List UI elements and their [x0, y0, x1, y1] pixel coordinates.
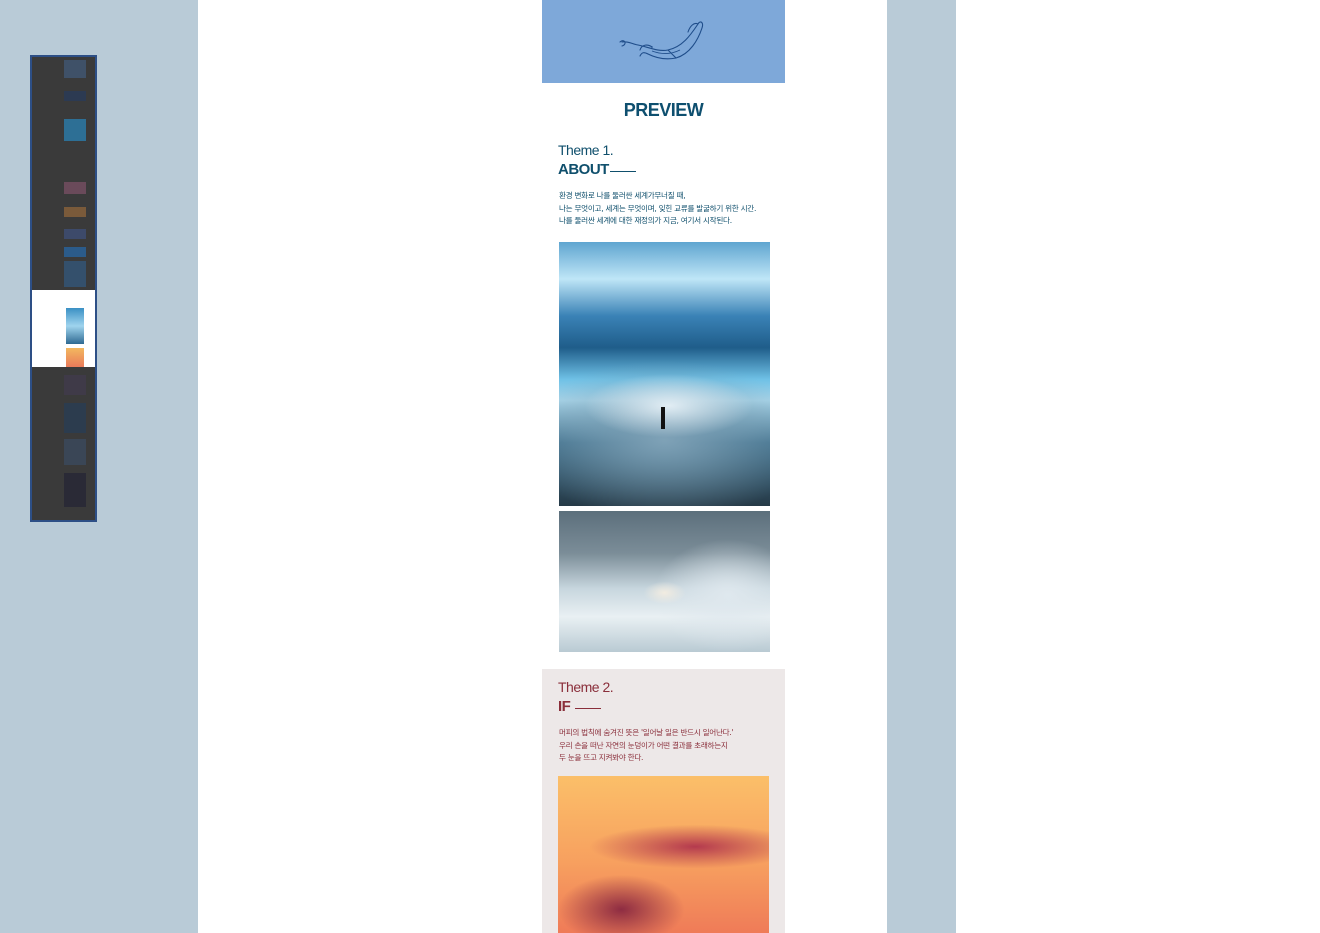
minimap-thumb	[64, 91, 86, 101]
minimap-viewport[interactable]	[32, 290, 95, 367]
minimap-thumb	[64, 119, 86, 141]
theme2-title: IF	[558, 698, 602, 715]
minimap-thumb	[64, 403, 86, 433]
minimap-thumb	[64, 60, 86, 78]
page-minimap[interactable]	[30, 55, 97, 522]
minimap-thumb	[64, 229, 86, 239]
minimap-thumb	[66, 348, 84, 367]
theme2-line: 우리 손을 떠난 자연의 눈덩이가 어떤 결과를 초래하는지	[559, 740, 728, 750]
minimap-thumbnails	[32, 57, 95, 520]
ice-cave-photo	[559, 242, 770, 506]
theme2-title-text: IF	[558, 698, 571, 715]
theme1-title: ABOUT	[558, 161, 636, 178]
minimap-thumb	[64, 375, 86, 395]
theme1-line: 환경 변화로 나를 둘러싼 세계가무너질 때,	[559, 191, 686, 200]
minimap-thumb	[64, 182, 86, 194]
theme2-line: 머피의 법칙에 숨겨진 뜻은 '일어날 일은 반드시 일어난다.'	[559, 728, 734, 737]
smokestack-photo	[558, 776, 769, 933]
minimap-thumb	[64, 207, 86, 217]
whale-icon	[619, 21, 704, 60]
preview-heading: PREVIEW	[623, 100, 704, 120]
theme1-title-text: ABOUT	[558, 161, 609, 178]
minimap-thumb	[64, 473, 86, 507]
page-column: PREVIEW Theme 1. ABOUT 환경 변화로 나를 둘러싼 세계가…	[542, 0, 785, 933]
minimap-thumb	[66, 308, 84, 344]
theme1-line: 나를 둘러싼 세계에 대한 재정의가 지금, 여기서 시작된다.	[559, 216, 732, 225]
theme1-description: 환경 변화로 나를 둘러싼 세계가무너질 때, 나는 무엇이고, 세계는 무엇이…	[559, 190, 774, 228]
theme2-label: Theme 2.	[558, 679, 614, 695]
right-side-panel	[887, 0, 956, 933]
polar-bear-photo	[559, 511, 770, 652]
minimap-thumb	[64, 247, 86, 257]
title-underline	[575, 708, 602, 709]
hero-banner	[542, 0, 785, 83]
title-underline	[609, 171, 636, 172]
theme1-line: 나는 무엇이고, 세계는 무엇이며, 잊힌 교류를 발굴하기 위한 시간.	[559, 203, 757, 213]
minimap-thumb	[64, 261, 86, 287]
theme2-description: 머피의 법칙에 숨겨진 뜻은 '일어날 일은 반드시 일어난다.' 우리 손을 …	[559, 727, 774, 765]
theme2-line: 두 눈을 뜨고 지켜봐야 한다.	[559, 753, 644, 762]
theme1-label: Theme 1.	[558, 142, 614, 158]
person-silhouette	[661, 407, 665, 429]
minimap-thumb	[64, 439, 86, 465]
